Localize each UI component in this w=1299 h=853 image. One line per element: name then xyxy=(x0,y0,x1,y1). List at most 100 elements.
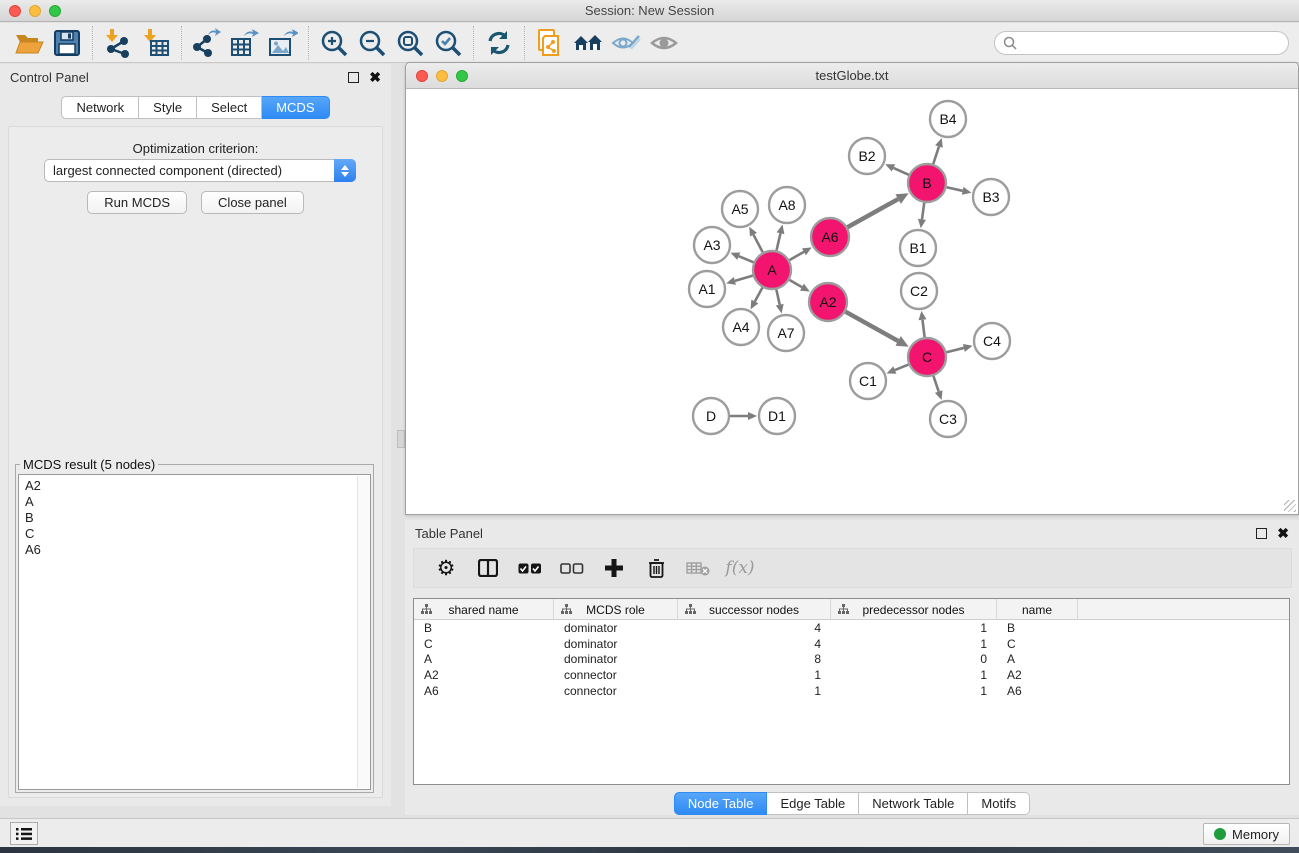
table-cell[interactable]: C xyxy=(997,637,1078,651)
export-image-button[interactable] xyxy=(264,26,302,60)
float-panel-icon[interactable] xyxy=(348,72,359,83)
mcds-result-item[interactable]: A xyxy=(25,494,370,510)
select-all-columns-button[interactable] xyxy=(516,554,544,582)
close-table-panel-icon[interactable]: ✖ xyxy=(1277,528,1289,539)
table-row[interactable]: Adominator80A xyxy=(414,651,1289,667)
table-cell[interactable]: 8 xyxy=(678,652,831,666)
table-cell[interactable]: dominator xyxy=(554,652,678,666)
splitter-handle[interactable] xyxy=(397,430,405,448)
table-cell[interactable]: dominator xyxy=(554,637,678,651)
close-panel-button[interactable]: Close panel xyxy=(201,191,304,214)
table-cell[interactable]: A2 xyxy=(997,668,1078,682)
table-cell[interactable]: 4 xyxy=(678,621,831,635)
table-cell[interactable]: 1 xyxy=(831,621,997,635)
tab-select[interactable]: Select xyxy=(197,96,262,119)
tab-node-table[interactable]: Node Table xyxy=(674,792,768,815)
table-row[interactable]: Cdominator41C xyxy=(414,636,1289,652)
table-cell[interactable]: 1 xyxy=(678,684,831,698)
table-cell[interactable]: 1 xyxy=(678,668,831,682)
mcds-result-list[interactable]: A2ABCA6 xyxy=(18,474,371,790)
zoom-fit-button[interactable] xyxy=(391,26,429,60)
export-table-button[interactable] xyxy=(226,26,264,60)
graph-edge[interactable] xyxy=(847,199,898,227)
column-header-predecessor-nodes[interactable]: predecessor nodes xyxy=(831,599,997,620)
show-all-button[interactable] xyxy=(645,26,683,60)
table-cell[interactable]: A2 xyxy=(414,668,554,682)
table-cell[interactable]: A6 xyxy=(997,684,1078,698)
resize-grip-icon[interactable] xyxy=(1284,500,1296,512)
float-table-panel-icon[interactable] xyxy=(1256,528,1267,539)
import-table-button[interactable] xyxy=(137,26,175,60)
save-session-button[interactable] xyxy=(48,26,86,60)
search-box[interactable] xyxy=(994,31,1289,55)
table-cell[interactable]: 1 xyxy=(831,668,997,682)
mcds-result-item[interactable]: A6 xyxy=(25,542,370,558)
export-network-button[interactable] xyxy=(188,26,226,60)
hide-selected-button[interactable] xyxy=(607,26,645,60)
graph-edge[interactable] xyxy=(946,348,963,352)
zoom-out-button[interactable] xyxy=(353,26,391,60)
table-cell[interactable]: B xyxy=(414,621,554,635)
tab-network-table[interactable]: Network Table xyxy=(859,792,968,815)
task-history-button[interactable] xyxy=(10,822,38,845)
graph-edge[interactable] xyxy=(755,288,763,302)
mcds-result-item[interactable]: B xyxy=(25,510,370,526)
table-cell[interactable]: 1 xyxy=(831,684,997,698)
graph-edge[interactable] xyxy=(753,235,762,253)
column-header-name[interactable]: name xyxy=(997,599,1078,620)
graph-edge[interactable] xyxy=(893,168,908,175)
table-cell[interactable]: A6 xyxy=(414,684,554,698)
graph-edge[interactable] xyxy=(845,312,898,341)
zoom-selected-button[interactable] xyxy=(429,26,467,60)
tab-edge-table[interactable]: Edge Table xyxy=(767,792,859,815)
table-cell[interactable]: C xyxy=(414,637,554,651)
graph-edge[interactable] xyxy=(789,280,802,287)
tab-network[interactable]: Network xyxy=(61,96,139,119)
graph-edge[interactable] xyxy=(776,290,779,305)
table-cell[interactable]: B xyxy=(997,621,1078,635)
delete-table-button[interactable] xyxy=(684,554,712,582)
function-builder-button[interactable]: f(x) xyxy=(726,554,754,582)
graph-edge[interactable] xyxy=(789,252,804,260)
table-cell[interactable]: A xyxy=(414,652,554,666)
search-input[interactable] xyxy=(1017,36,1288,51)
close-panel-icon[interactable]: ✖ xyxy=(369,72,381,83)
refresh-layout-button[interactable] xyxy=(480,26,518,60)
mcds-result-item[interactable]: C xyxy=(25,526,370,542)
node-table[interactable]: shared nameMCDS rolesuccessor nodesprede… xyxy=(413,598,1290,785)
table-cell[interactable]: 1 xyxy=(831,637,997,651)
tab-motifs[interactable]: Motifs xyxy=(968,792,1030,815)
network-graph[interactable]: B4B2BB3A5A8A6B1A3AA1C2A2A4A7C4CC1DD1C3 xyxy=(407,89,1297,513)
open-file-button[interactable] xyxy=(10,26,48,60)
zoom-in-button[interactable] xyxy=(315,26,353,60)
run-mcds-button[interactable]: Run MCDS xyxy=(87,191,187,214)
copy-network-button[interactable] xyxy=(531,26,569,60)
graph-edge[interactable] xyxy=(922,320,924,337)
import-network-button[interactable] xyxy=(99,26,137,60)
table-row[interactable]: Bdominator41B xyxy=(414,620,1289,636)
mcds-result-item[interactable]: A2 xyxy=(25,478,370,494)
deselect-all-columns-button[interactable] xyxy=(558,554,586,582)
table-cell[interactable]: connector xyxy=(554,684,678,698)
first-neighbors-button[interactable] xyxy=(569,26,607,60)
table-cell[interactable]: 4 xyxy=(678,637,831,651)
table-cell[interactable]: dominator xyxy=(554,621,678,635)
tab-mcds[interactable]: MCDS xyxy=(262,96,329,119)
table-cell[interactable]: A xyxy=(997,652,1078,666)
graph-edge[interactable] xyxy=(739,256,754,262)
column-header-successor-nodes[interactable]: successor nodes xyxy=(678,599,831,620)
table-cell[interactable]: connector xyxy=(554,668,678,682)
network-canvas[interactable]: B4B2BB3A5A8A6B1A3AA1C2A2A4A7C4CC1DD1C3 xyxy=(407,89,1297,513)
table-row[interactable]: A6connector11A6 xyxy=(414,683,1289,699)
memory-button[interactable]: Memory xyxy=(1203,823,1290,845)
delete-column-button[interactable] xyxy=(642,554,670,582)
result-scrollbar[interactable] xyxy=(357,476,370,788)
column-header-MCDS-role[interactable]: MCDS role xyxy=(554,599,678,620)
show-columns-button[interactable] xyxy=(474,554,502,582)
graph-edge[interactable] xyxy=(933,147,939,164)
graph-edge[interactable] xyxy=(922,203,924,219)
graph-edge[interactable] xyxy=(933,376,938,392)
table-cell[interactable]: 0 xyxy=(831,652,997,666)
column-header-shared-name[interactable]: shared name xyxy=(414,599,554,620)
optimization-criterion-dropdown[interactable]: largest connected component (directed) xyxy=(44,159,356,182)
